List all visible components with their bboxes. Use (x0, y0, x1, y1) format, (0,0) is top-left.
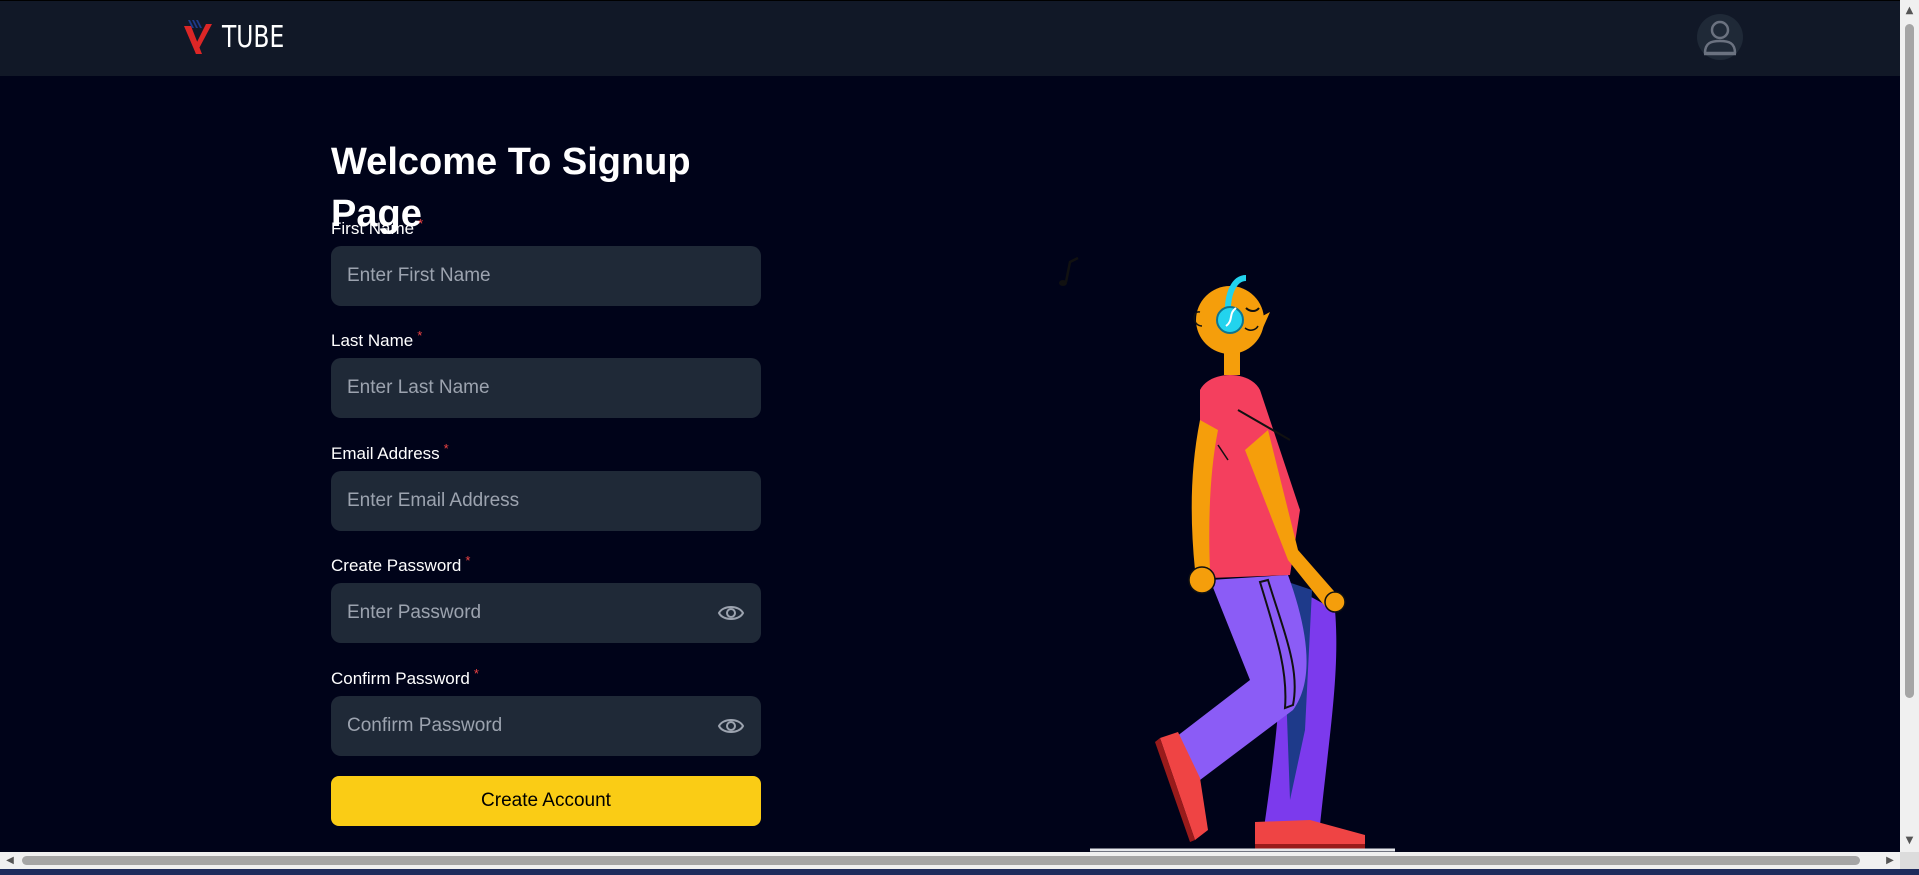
required-marker: * (417, 328, 423, 343)
required-marker: * (473, 666, 479, 681)
scroll-left-icon[interactable]: ◀ (4, 855, 16, 866)
user-avatar-icon[interactable] (1696, 13, 1744, 61)
create-password-input[interactable] (331, 583, 761, 643)
eye-icon[interactable] (717, 713, 745, 739)
scroll-down-icon[interactable]: ▼ (1904, 835, 1915, 847)
eye-icon[interactable] (717, 600, 745, 626)
scroll-up-icon[interactable]: ▲ (1904, 5, 1915, 17)
required-marker: * (418, 216, 424, 231)
create-password-label: Create Password (331, 556, 462, 575)
create-account-button[interactable]: Create Account (331, 776, 761, 826)
logo[interactable]: TUBE (182, 17, 302, 57)
scrollbar-corner (1900, 852, 1919, 869)
logo-text: TUBE (222, 19, 285, 55)
confirm-password-input[interactable] (331, 696, 761, 756)
confirm-password-label: Confirm Password (331, 669, 470, 688)
vertical-scrollbar[interactable]: ▲ ▼ (1900, 0, 1919, 852)
email-field: Email Address * (331, 441, 761, 531)
horizontal-scrollbar[interactable]: ◀ ▶ (0, 852, 1900, 869)
email-label: Email Address (331, 444, 440, 463)
v-logo-icon (184, 20, 212, 54)
taskbar-strip (0, 869, 1919, 875)
confirm-password-field: Confirm Password * (331, 666, 761, 756)
music-note-icon (1059, 256, 1079, 286)
vertical-scroll-thumb[interactable] (1905, 24, 1914, 698)
last-name-input[interactable] (331, 358, 761, 418)
last-name-label: Last Name (331, 331, 414, 350)
last-name-field: Last Name * (331, 328, 761, 418)
navbar: TUBE (0, 0, 1900, 76)
first-name-input[interactable] (331, 246, 761, 306)
first-name-field: First Name * (331, 216, 761, 306)
walking-person-illustration (1059, 256, 1395, 852)
create-password-field: Create Password * (331, 553, 761, 643)
required-marker: * (443, 441, 449, 456)
required-marker: * (465, 553, 471, 568)
horizontal-scroll-thumb[interactable] (22, 856, 1860, 865)
email-input[interactable] (331, 471, 761, 531)
scroll-right-icon[interactable]: ▶ (1884, 855, 1896, 866)
first-name-label: First Name (331, 219, 415, 238)
